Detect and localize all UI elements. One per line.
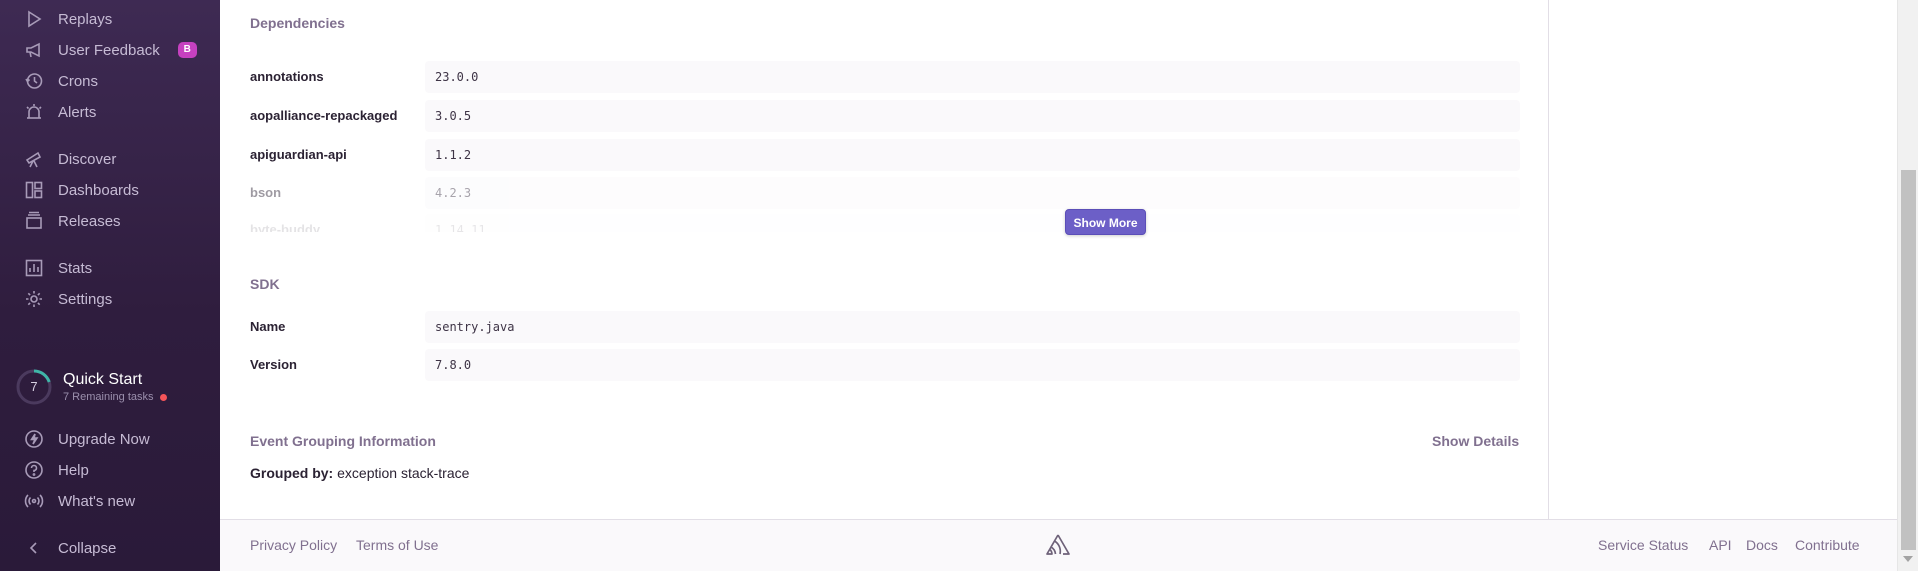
sdk-row: Name sentry.java bbox=[250, 311, 1540, 343]
event-details: Dependencies annotations 23.0.0 aopallia… bbox=[220, 0, 1549, 519]
quick-start-progress: 7 bbox=[15, 368, 53, 406]
main-content: Dependencies annotations 23.0.0 aopallia… bbox=[220, 0, 1549, 519]
dependency-name: bson bbox=[250, 185, 282, 200]
sdk-value: 7.8.0 bbox=[425, 349, 1520, 381]
lightning-icon bbox=[25, 430, 43, 448]
sidebar-item-label: Upgrade Now bbox=[58, 430, 150, 448]
sentry-logo-icon[interactable] bbox=[1044, 532, 1072, 558]
sidebar-item-user-feedback[interactable]: User Feedback B bbox=[24, 37, 197, 63]
scroll-down-arrow-icon[interactable] bbox=[1903, 556, 1913, 562]
sidebar-item-alerts[interactable]: Alerts bbox=[24, 99, 96, 125]
quick-start-count: 7 bbox=[30, 379, 38, 394]
show-more-button[interactable]: Show More bbox=[1065, 209, 1146, 235]
docs-link[interactable]: Docs bbox=[1746, 537, 1778, 553]
dependencies-title: Dependencies bbox=[250, 15, 345, 31]
grouped-by: Grouped by: exception stack-trace bbox=[250, 465, 469, 481]
play-icon bbox=[28, 10, 42, 28]
vertical-scrollbar[interactable] bbox=[1897, 0, 1918, 571]
sidebar-item-discover[interactable]: Discover bbox=[24, 146, 116, 172]
sidebar-item-whats-new[interactable]: What's new bbox=[24, 488, 135, 514]
beta-badge: B bbox=[177, 42, 197, 58]
dependency-row: aopalliance-repackaged 3.0.5 bbox=[250, 100, 1540, 132]
megaphone-icon bbox=[26, 42, 40, 58]
quick-start-subtitle: 7 Remaining tasks bbox=[63, 391, 154, 403]
history-clock-icon bbox=[25, 73, 43, 89]
sdk-row: Version 7.8.0 bbox=[250, 349, 1540, 381]
question-icon bbox=[25, 461, 43, 479]
quick-start-title: Quick Start bbox=[63, 371, 143, 388]
dependency-version: 1.1.2 bbox=[425, 139, 1520, 171]
dependency-name: byte-buddy bbox=[250, 222, 321, 232]
sidebar-item-label: Help bbox=[58, 461, 89, 479]
contribute-link[interactable]: Contribute bbox=[1795, 537, 1860, 553]
box-icon bbox=[26, 211, 42, 229]
dashboard-icon bbox=[25, 181, 43, 199]
sdk-title: SDK bbox=[250, 276, 280, 292]
sidebar-item-label: Releases bbox=[58, 212, 121, 230]
sidebar-item-label: User Feedback bbox=[58, 41, 160, 59]
siren-icon bbox=[26, 104, 42, 119]
gear-icon bbox=[26, 291, 42, 307]
dependency-row: apiguardian-api 1.1.2 bbox=[250, 139, 1540, 171]
privacy-policy-link[interactable]: Privacy Policy bbox=[250, 537, 337, 553]
scrollbar-thumb[interactable] bbox=[1901, 170, 1916, 550]
alert-dot bbox=[159, 393, 167, 401]
sdk-value: sentry.java bbox=[425, 311, 1520, 343]
show-details-button[interactable]: Show Details bbox=[1432, 433, 1519, 449]
dependency-name: annotations bbox=[250, 69, 324, 84]
grouped-by-label: Grouped by: bbox=[250, 465, 334, 481]
sidebar: Replays User Feedback B Crons Alerts Dis… bbox=[0, 0, 220, 571]
sidebar-item-settings[interactable]: Settings bbox=[24, 286, 112, 312]
sidebar-collapse-button[interactable]: Collapse bbox=[24, 535, 116, 561]
dependency-version: 4.2.3 bbox=[425, 177, 1520, 209]
sidebar-item-upgrade-now[interactable]: Upgrade Now bbox=[24, 426, 150, 452]
footer: Privacy Policy Terms of Use Service Stat… bbox=[220, 519, 1898, 571]
sdk-key: Version bbox=[250, 357, 297, 372]
broadcast-icon bbox=[24, 494, 44, 508]
sidebar-item-label: What's new bbox=[58, 492, 136, 510]
dependency-row: bson 4.2.3 bbox=[250, 177, 1540, 209]
service-status-link[interactable]: Service Status bbox=[1598, 537, 1688, 553]
sidebar-item-dashboards[interactable]: Dashboards bbox=[24, 177, 139, 203]
api-link[interactable]: API bbox=[1709, 537, 1732, 553]
sidebar-item-replays[interactable]: Replays bbox=[24, 6, 112, 32]
sidebar-item-help[interactable]: Help bbox=[24, 457, 89, 483]
dependency-version: 3.0.5 bbox=[425, 100, 1520, 132]
sidebar-item-label: Stats bbox=[58, 259, 93, 277]
dependency-name: aopalliance-repackaged bbox=[250, 108, 398, 123]
sidebar-item-label: Replays bbox=[58, 10, 113, 28]
sidebar-item-stats[interactable]: Stats bbox=[24, 255, 92, 281]
dependency-version: 23.0.0 bbox=[425, 61, 1520, 93]
dependency-name: apiguardian-api bbox=[250, 147, 347, 162]
quick-start-subtitle-row: 7 Remaining tasks bbox=[63, 391, 167, 403]
dependency-version: 1.14.11 bbox=[425, 214, 1520, 232]
sidebar-item-label: Settings bbox=[58, 290, 113, 308]
bar-chart-icon bbox=[25, 259, 43, 277]
sidebar-item-label: Alerts bbox=[58, 103, 97, 121]
sidebar-item-crons[interactable]: Crons bbox=[24, 68, 98, 94]
event-grouping-title: Event Grouping Information bbox=[250, 433, 436, 449]
sdk-key: Name bbox=[250, 319, 286, 334]
dependency-row: byte-buddy 1.14.11 bbox=[250, 214, 1540, 232]
grouped-by-value: exception stack-trace bbox=[337, 465, 470, 481]
chevron-left-icon bbox=[29, 542, 37, 554]
right-sidebar-panel bbox=[1549, 0, 1898, 519]
sidebar-item-label: Dashboards bbox=[58, 181, 139, 199]
sidebar-item-label: Collapse bbox=[58, 539, 117, 557]
sidebar-item-label: Discover bbox=[58, 150, 117, 168]
quick-start[interactable]: 7 Quick Start 7 Remaining tasks bbox=[15, 368, 167, 406]
sidebar-item-releases[interactable]: Releases bbox=[24, 208, 121, 234]
telescope-icon bbox=[25, 151, 42, 168]
dependency-row: annotations 23.0.0 bbox=[250, 61, 1540, 93]
terms-of-use-link[interactable]: Terms of Use bbox=[356, 537, 438, 553]
sidebar-item-label: Crons bbox=[58, 72, 99, 90]
